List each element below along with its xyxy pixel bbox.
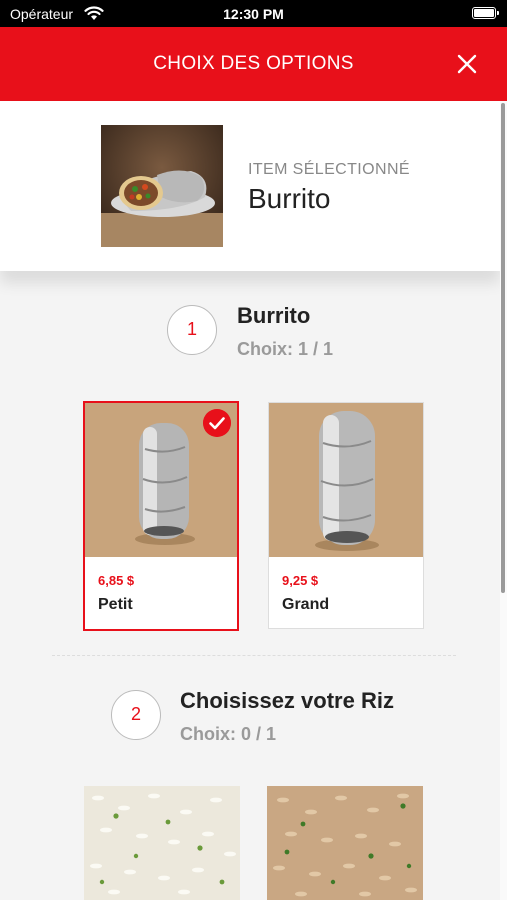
option-card-grand[interactable]: 9,25 $ Grand <box>268 402 424 629</box>
close-icon[interactable] <box>457 54 477 74</box>
options-header: CHOIX DES OPTIONS <box>0 27 507 101</box>
option-price: 9,25 $ <box>282 573 319 588</box>
scrollbar-thumb[interactable] <box>501 103 505 593</box>
step-2-title: Choisissez votre Riz <box>180 688 394 713</box>
header-title: CHOIX DES OPTIONS <box>153 53 354 74</box>
step-1-choice-count: Choix: 1 / 1 <box>237 339 334 359</box>
wrapped-burrito-image <box>269 403 423 557</box>
option-label: Petit <box>98 596 133 613</box>
selected-item-name: Burrito <box>248 183 331 214</box>
section-divider <box>52 655 456 656</box>
scrollbar[interactable] <box>500 101 507 900</box>
white-rice-option[interactable] <box>84 786 240 900</box>
brown-rice-option[interactable] <box>267 786 423 900</box>
step-2-number: 2 <box>111 690 161 740</box>
selected-check-icon <box>203 409 231 437</box>
option-label: Grand <box>282 596 330 613</box>
step-1-title: Burrito <box>237 303 311 328</box>
selected-item-panel: ITEM SÉLECTIONNÉ Burrito <box>0 101 500 271</box>
step-1-number: 1 <box>167 305 217 355</box>
wrapped-burrito-image <box>85 403 237 557</box>
option-price: 6,85 $ <box>98 573 135 588</box>
step-2-choice-count: Choix: 0 / 1 <box>180 724 277 744</box>
status-bar: Opérateur 12:30 PM <box>0 0 507 27</box>
clock: 12:30 PM <box>223 6 284 22</box>
battery-icon <box>472 7 499 19</box>
option-card-petit[interactable]: 6,85 $ Petit <box>83 401 239 631</box>
burrito-photo <box>101 125 223 247</box>
selected-item-subtitle: ITEM SÉLECTIONNÉ <box>248 161 410 178</box>
